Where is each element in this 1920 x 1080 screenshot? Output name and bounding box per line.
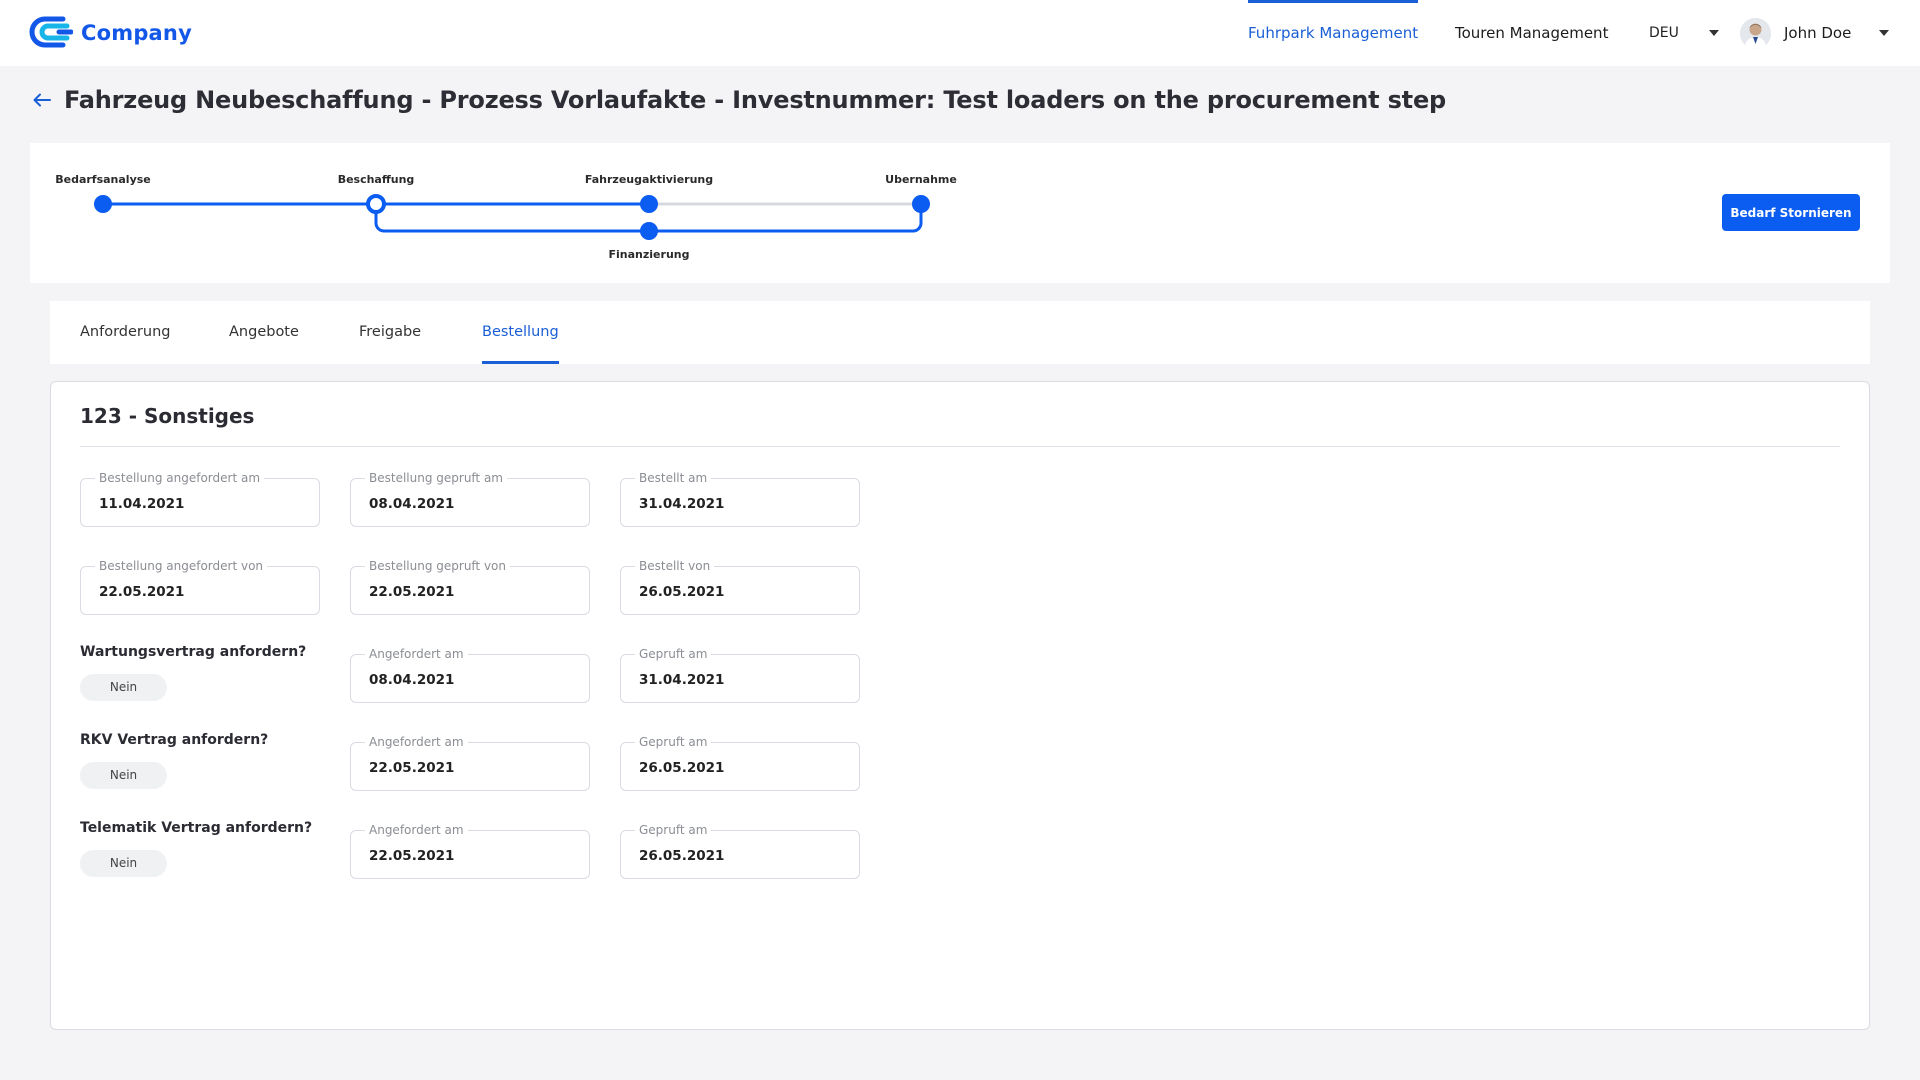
field-bestellung-gepruft-am[interactable]: Bestellung gepruft am 08.04.2021 bbox=[350, 471, 590, 527]
wartungsvertrag-question: Wartungsvertrag anfordern? bbox=[80, 644, 307, 660]
field-bestellung-angefordert-am[interactable]: Bestellung angefordert am 11.04.2021 bbox=[80, 471, 320, 527]
field-bestellt-von[interactable]: Bestellt von 26.05.2021 bbox=[620, 559, 860, 615]
field-label: Gepruft am bbox=[635, 647, 712, 661]
page-title-row: Fahrzeug Neubeschaffung - Prozess Vorlau… bbox=[32, 86, 1446, 114]
step-dot-ubernahme bbox=[912, 195, 930, 213]
step-label-finanzierung: Finanzierung bbox=[608, 248, 690, 261]
field-rkv-gepruft-am[interactable]: Gepruft am 26.05.2021 bbox=[620, 735, 860, 791]
field-label: Bestellt am bbox=[635, 471, 712, 485]
field-telematik-gepruft-am[interactable]: Gepruft am 26.05.2021 bbox=[620, 823, 860, 879]
step-dot-bedarfsanalyse bbox=[94, 195, 112, 213]
field-value: 22.05.2021 bbox=[369, 584, 455, 600]
field-value: 26.05.2021 bbox=[639, 848, 725, 864]
field-label: Bestellt von bbox=[635, 559, 715, 573]
telematik-vertrag-answer-toggle[interactable]: Nein bbox=[80, 850, 167, 877]
page-title: Fahrzeug Neubeschaffung - Prozess Vorlau… bbox=[64, 86, 1447, 114]
step-label-beschaffung: Beschaffung bbox=[337, 173, 415, 186]
field-value: 26.05.2021 bbox=[639, 760, 725, 776]
field-label: Gepruft am bbox=[635, 735, 712, 749]
cancel-demand-button[interactable]: Bedarf Stornieren bbox=[1722, 194, 1860, 231]
field-label: Bestellung angefordert am bbox=[95, 471, 265, 485]
avatar bbox=[1740, 17, 1771, 49]
company-logo-icon bbox=[29, 16, 73, 48]
back-arrow-icon[interactable] bbox=[32, 90, 52, 110]
field-value: 26.05.2021 bbox=[639, 584, 725, 600]
field-label: Bestellung gepruft von bbox=[365, 559, 511, 573]
top-navigation-bar: Company Fuhrpark Management Touren Manag… bbox=[0, 0, 1920, 66]
step-label-fahrzeugaktivierung: Fahrzeugaktivierung bbox=[584, 173, 714, 186]
field-value: 22.05.2021 bbox=[99, 584, 185, 600]
field-bestellung-gepruft-von[interactable]: Bestellung gepruft von 22.05.2021 bbox=[350, 559, 590, 615]
step-dot-finanzierung bbox=[640, 222, 658, 240]
field-value: 31.04.2021 bbox=[639, 496, 725, 512]
wartungsvertrag-answer-toggle[interactable]: Nein bbox=[80, 674, 167, 701]
step-dot-fahrzeugaktivierung bbox=[640, 195, 658, 213]
user-menu[interactable]: John Doe bbox=[1740, 0, 1890, 66]
company-name: Company bbox=[81, 21, 192, 45]
chevron-down-icon bbox=[1879, 30, 1890, 36]
company-logo[interactable]: Company bbox=[29, 14, 192, 52]
field-wartungsvertrag-angefordert-am[interactable]: Angefordert am 08.04.2021 bbox=[350, 647, 590, 703]
field-rkv-angefordert-am[interactable]: Angefordert am 22.05.2021 bbox=[350, 735, 590, 791]
telematik-vertrag-question: Telematik Vertrag anfordern? bbox=[80, 820, 313, 836]
step-label-ubernahme: Ubernahme bbox=[885, 173, 957, 186]
user-avatar-icon bbox=[1740, 17, 1771, 49]
field-label: Angefordert am bbox=[365, 823, 468, 837]
chevron-down-icon bbox=[1708, 30, 1719, 36]
field-label: Bestellung angefordert von bbox=[95, 559, 268, 573]
field-label: Bestellung gepruft am bbox=[365, 471, 507, 485]
tab-bestellung[interactable]: Bestellung bbox=[482, 301, 559, 364]
tab-anforderung[interactable]: Anforderung bbox=[80, 301, 170, 364]
field-label: Gepruft am bbox=[635, 823, 712, 837]
step-dot-beschaffung bbox=[366, 194, 386, 214]
user-name: John Doe bbox=[1784, 24, 1852, 42]
field-label: Angefordert am bbox=[365, 735, 468, 749]
field-value: 22.05.2021 bbox=[369, 848, 455, 864]
field-bestellt-am[interactable]: Bestellt am 31.04.2021 bbox=[620, 471, 860, 527]
order-details-card: 123 - Sonstiges Bestellung angefordert a… bbox=[50, 381, 1870, 1030]
section-divider bbox=[80, 446, 1840, 447]
field-telematik-angefordert-am[interactable]: Angefordert am 22.05.2021 bbox=[350, 823, 590, 879]
field-wartungsvertrag-gepruft-am[interactable]: Gepruft am 31.04.2021 bbox=[620, 647, 860, 703]
nav-touren-management[interactable]: Touren Management bbox=[1455, 0, 1608, 66]
field-bestellung-angefordert-von[interactable]: Bestellung angefordert von 22.05.2021 bbox=[80, 559, 320, 615]
step-label-bedarfsanalyse: Bedarfsanalyse bbox=[55, 173, 151, 186]
field-value: 31.04.2021 bbox=[639, 672, 725, 688]
tab-angebote[interactable]: Angebote bbox=[229, 301, 299, 364]
tab-freigabe[interactable]: Freigabe bbox=[359, 301, 421, 364]
stepper-track bbox=[94, 194, 930, 240]
rkv-vertrag-question: RKV Vertrag anfordern? bbox=[80, 732, 269, 748]
tab-bar: Anforderung Angebote Freigabe Bestellung bbox=[50, 301, 1870, 364]
field-value: 08.04.2021 bbox=[369, 672, 455, 688]
field-label: Angefordert am bbox=[365, 647, 468, 661]
field-value: 08.04.2021 bbox=[369, 496, 455, 512]
field-value: 11.04.2021 bbox=[99, 496, 185, 512]
language-selector[interactable]: DEU bbox=[1649, 0, 1719, 66]
nav-fuhrpark-management[interactable]: Fuhrpark Management bbox=[1248, 0, 1419, 66]
language-label: DEU bbox=[1649, 25, 1679, 41]
field-value: 22.05.2021 bbox=[369, 760, 455, 776]
process-stepper: Bedarfsanalyse Beschaffung Fahrzeugaktiv… bbox=[30, 143, 1890, 283]
section-title: 123 - Sonstiges bbox=[80, 404, 255, 428]
rkv-vertrag-answer-toggle[interactable]: Nein bbox=[80, 762, 167, 789]
